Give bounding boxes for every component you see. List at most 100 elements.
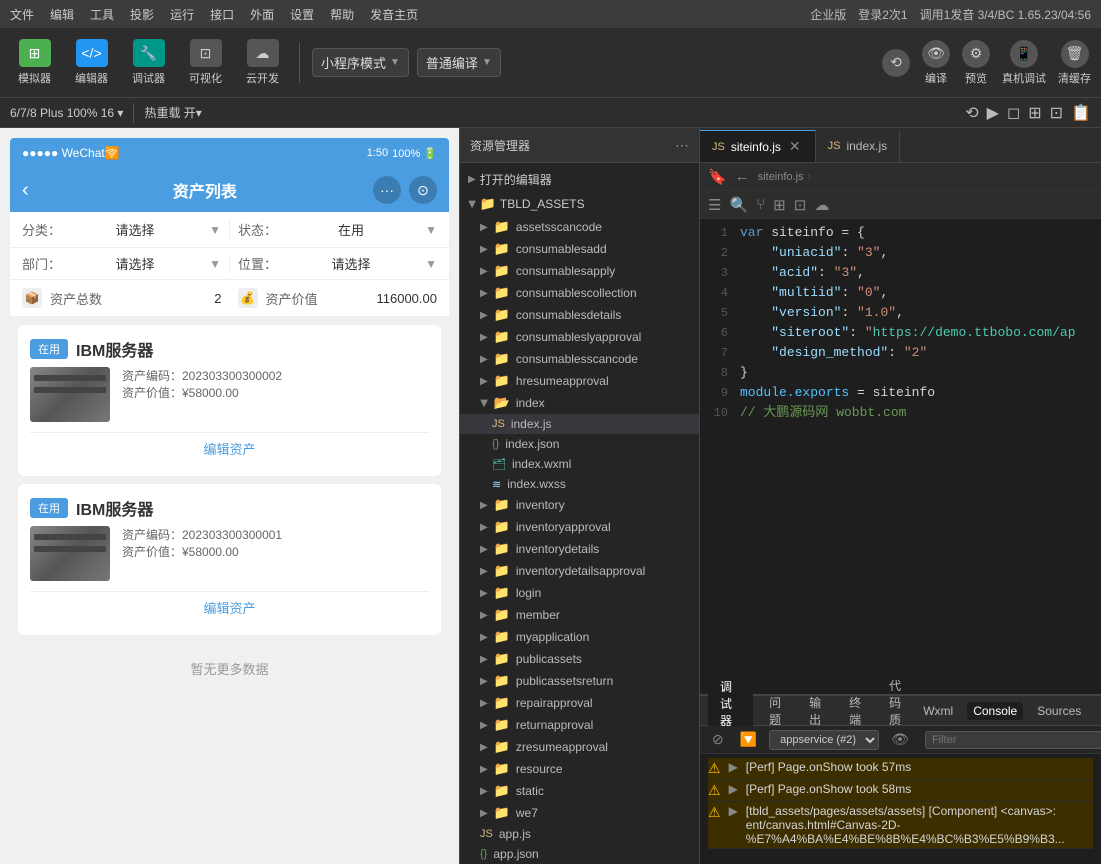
more-options-button[interactable]: ··· (373, 176, 401, 204)
menu-edit[interactable]: 编辑 (50, 6, 74, 23)
compile-btn[interactable]: 👁 编译 (922, 40, 950, 86)
undo-icon[interactable]: ⟲ (965, 103, 978, 123)
hamburger-icon[interactable]: ☰ (708, 196, 721, 214)
file-app-js[interactable]: JS app.js (460, 824, 699, 844)
close-tab-icon[interactable]: ✕ (787, 138, 803, 155)
root-folder-section[interactable]: ▶ 📁 TBLD_ASSETS (460, 192, 699, 216)
debug-btn[interactable]: 🔧 调试器 (124, 35, 173, 90)
folder-zresumeapproval[interactable]: ▶ 📁 zresumeapproval (460, 736, 699, 758)
tab-index-js[interactable]: JS index.js (816, 130, 901, 162)
folder-we7[interactable]: ▶ 📁 we7 (460, 802, 699, 824)
menu-run[interactable]: 运行 (170, 6, 194, 23)
folder-myapplication[interactable]: ▶ 📁 myapplication (460, 626, 699, 648)
compile-mode-select[interactable]: 普通编译 ▼ (417, 48, 501, 77)
play-icon[interactable]: ▶ (987, 103, 999, 123)
folder-returnapproval[interactable]: ▶ 📁 returnapproval (460, 714, 699, 736)
folder-inventorydetailsapproval[interactable]: ▶ 📁 inventorydetailsapproval (460, 560, 699, 582)
tab-siteinfo-js[interactable]: JS siteinfo.js ✕ (700, 130, 816, 162)
miniprogram-mode-select[interactable]: 小程序模式 ▼ (312, 48, 409, 77)
eye-toggle-icon[interactable]: 👁 (887, 729, 913, 750)
clearcache-btn[interactable]: 🗑 清缓存 (1058, 40, 1091, 86)
new-file-icon[interactable]: ⋯ (675, 137, 689, 154)
console-filter-input[interactable] (925, 731, 1101, 749)
filter-icon[interactable]: 🔽 (736, 729, 761, 750)
console-tab[interactable]: Console (967, 702, 1023, 720)
folder-consumablesapply[interactable]: ▶ 📁 consumablesapply (460, 260, 699, 282)
menu-file[interactable]: 文件 (10, 6, 34, 23)
file-index-wxss[interactable]: ≋ index.wxss (460, 474, 699, 494)
stop-icon[interactable]: ◻ (1007, 103, 1020, 123)
search-editor-icon[interactable]: 🔍 (729, 196, 748, 214)
code-line-2: 2 "uniacid": "3", (700, 243, 1101, 263)
layout2-icon[interactable]: ⊡ (1050, 103, 1063, 123)
folder-login[interactable]: ▶ 📁 login (460, 582, 699, 604)
menu-outer[interactable]: 外面 (250, 6, 274, 23)
edit-asset-btn-1[interactable]: 编辑资产 (30, 432, 429, 464)
folder-publicassetsreturn[interactable]: ▶ 📁 publicassetsreturn (460, 670, 699, 692)
branch-icon[interactable]: ⑂ (756, 196, 765, 213)
menu-project[interactable]: 投影 (130, 6, 154, 23)
back-nav-icon[interactable]: ← (735, 168, 750, 185)
code-editor[interactable]: 1 var siteinfo = { 2 "uniacid": "3", 3 "… (700, 219, 1101, 694)
bookmark-icon[interactable]: 🔖 (708, 168, 727, 186)
folder-static[interactable]: ▶ 📁 static (460, 780, 699, 802)
folder-resource[interactable]: ▶ 📁 resource (460, 758, 699, 780)
expand-icon[interactable]: ▶ (729, 804, 738, 818)
menu-help[interactable]: 帮助 (330, 6, 354, 23)
cloud-btn[interactable]: ☁ 云开发 (238, 35, 287, 90)
folder-repairapproval[interactable]: ▶ 📁 repairapproval (460, 692, 699, 714)
simulator-btn[interactable]: ⊞ 模拟器 (10, 35, 59, 90)
file-index-js[interactable]: JS index.js (460, 414, 699, 434)
file-index-json[interactable]: {} index.json (460, 434, 699, 454)
console-log-2: ⚠ ▶ [Perf] Page.onShow took 58ms (708, 780, 1093, 802)
cloud-icon[interactable]: ☁ (814, 196, 829, 214)
preview-btn[interactable]: ⚙ 预览 (962, 40, 990, 86)
folder-inventorydetails[interactable]: ▶ 📁 inventorydetails (460, 538, 699, 560)
folder-consumableslyapproval[interactable]: ▶ 📁 consumableslyapproval (460, 326, 699, 348)
layout1-icon[interactable]: ⊞ (1028, 103, 1041, 123)
folder-consumablesdetails[interactable]: ▶ 📁 consumablesdetails (460, 304, 699, 326)
grid-icon[interactable]: ⊞ (773, 196, 786, 214)
refresh-btn[interactable]: ⟲ (882, 49, 910, 77)
dept-filter[interactable]: 部门： 请选择 ▼ (22, 254, 221, 273)
expand-icon[interactable]: ▶ (729, 760, 738, 774)
menu-tools[interactable]: 工具 (90, 6, 114, 23)
status-filter[interactable]: 状态： 在用 ▼ (238, 220, 437, 239)
folder-assetsscancode[interactable]: ▶ 📁 assetsscancode (460, 216, 699, 238)
file-app-json[interactable]: {} app.json (460, 844, 699, 864)
squares-icon[interactable]: ⊡ (794, 196, 807, 214)
eye-icon: 👁 (922, 40, 950, 68)
editor-btn[interactable]: </> 编辑器 (67, 35, 116, 90)
hotreload-btn[interactable]: 热重载 开▾ (144, 104, 201, 121)
folder-consumablesadd[interactable]: ▶ 📁 consumablesadd (460, 238, 699, 260)
folder-inventory[interactable]: ▶ 📁 inventory (460, 494, 699, 516)
network-tab[interactable]: Network (1095, 702, 1101, 720)
menu-settings[interactable]: 设置 (290, 6, 314, 23)
file-index-wxml[interactable]: 🗂 index.wxml (460, 454, 699, 474)
menu-publish[interactable]: 发音主页 (370, 6, 418, 23)
open-editors-section[interactable]: ▶ 打开的编辑器 (460, 167, 699, 192)
device-version[interactable]: 6/7/8 Plus 100% 16 ▾ (10, 106, 123, 120)
category-filter[interactable]: 分类： 请选择 ▼ (22, 220, 221, 239)
expand-icon[interactable]: ▶ (729, 782, 738, 796)
realtest-btn[interactable]: 📱 真机调试 (1002, 40, 1046, 86)
edit-asset-btn-2[interactable]: 编辑资产 (30, 591, 429, 623)
menu-interface[interactable]: 接口 (210, 6, 234, 23)
wxml-tab[interactable]: Wxml (917, 702, 959, 720)
folder-index[interactable]: ▶ 📂 index (460, 392, 699, 414)
folder-publicassets[interactable]: ▶ 📁 publicassets (460, 648, 699, 670)
target-button[interactable]: ⊙ (409, 176, 437, 204)
back-button[interactable]: ‹ (22, 179, 29, 202)
visual-btn[interactable]: ⊡ 可视化 (181, 35, 230, 90)
folder-member[interactable]: ▶ 📁 member (460, 604, 699, 626)
folder-consumablesscancode[interactable]: ▶ 📁 consumablesscancode (460, 348, 699, 370)
clear-console-icon[interactable]: ⊘ (708, 729, 728, 750)
simulator-icon: ⊞ (19, 39, 51, 67)
appservice-select[interactable]: appservice (#2) (769, 730, 879, 750)
location-filter[interactable]: 位置： 请选择 ▼ (238, 254, 437, 273)
sources-tab[interactable]: Sources (1031, 702, 1087, 720)
pages-icon[interactable]: 📋 (1071, 103, 1091, 123)
folder-inventoryapproval[interactable]: ▶ 📁 inventoryapproval (460, 516, 699, 538)
folder-hresumeapproval[interactable]: ▶ 📁 hresumeapproval (460, 370, 699, 392)
folder-consumablescollection[interactable]: ▶ 📁 consumablescollection (460, 282, 699, 304)
